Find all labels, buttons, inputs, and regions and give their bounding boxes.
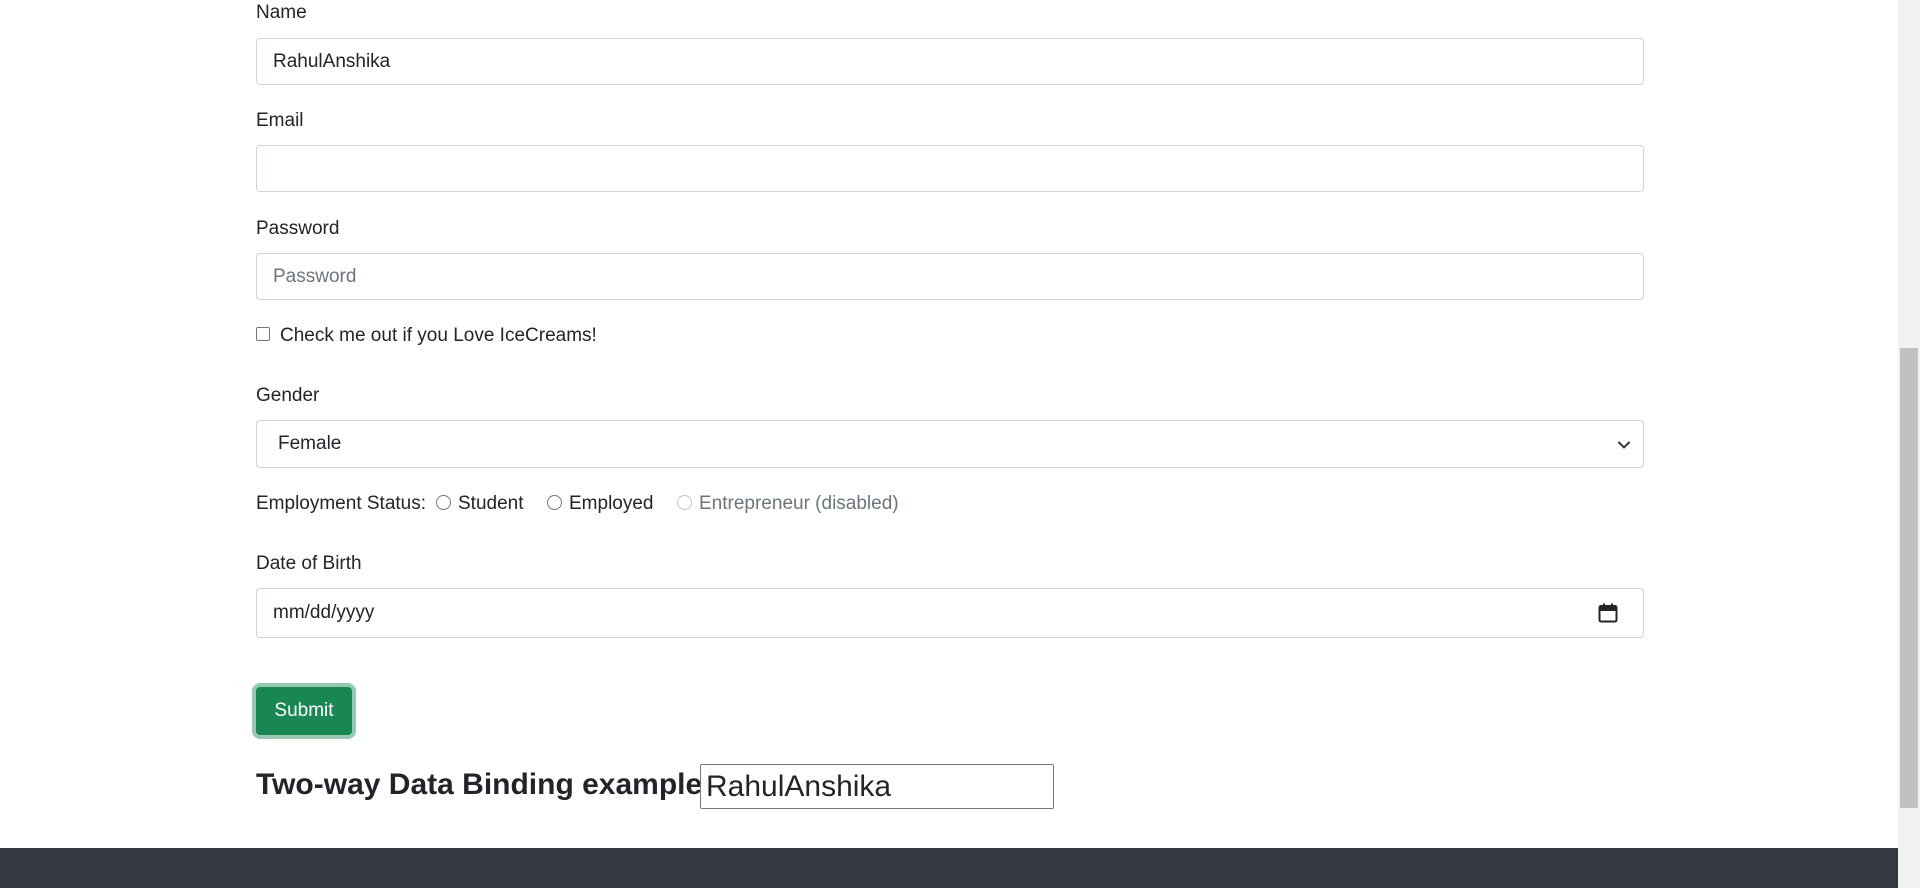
entrepreneur-radio-label: Entrepreneur (disabled) — [699, 493, 899, 514]
two-way-binding-input[interactable] — [700, 764, 1054, 809]
icecream-checkbox-label: Check me out if you Love IceCreams! — [280, 325, 597, 346]
chevron-down-icon — [1618, 441, 1630, 449]
scrollbar-thumb[interactable] — [1900, 348, 1918, 808]
two-way-binding-heading: Two-way Data Binding example: — [256, 768, 713, 801]
name-label: Name — [256, 2, 307, 23]
dob-input[interactable]: mm/dd/yyyy — [256, 588, 1644, 638]
dob-placeholder: mm/dd/yyyy — [273, 602, 375, 623]
dob-label: Date of Birth — [256, 553, 362, 574]
gender-label: Gender — [256, 385, 320, 406]
student-radio-label: Student — [458, 493, 524, 514]
gender-selected-value: Female — [278, 433, 342, 454]
email-label: Email — [256, 110, 304, 131]
email-input[interactable] — [256, 145, 1644, 192]
password-input[interactable] — [256, 253, 1644, 300]
submit-button[interactable]: Submit — [256, 687, 352, 735]
gender-select[interactable]: Female — [256, 420, 1644, 468]
employed-radio[interactable] — [547, 495, 562, 510]
calendar-icon[interactable] — [1597, 602, 1619, 624]
footer — [0, 848, 1898, 888]
student-radio[interactable] — [436, 495, 451, 510]
employed-radio-label: Employed — [569, 493, 654, 514]
icecream-checkbox[interactable] — [256, 327, 270, 341]
entrepreneur-radio — [677, 495, 692, 510]
employment-status-label: Employment Status: — [256, 493, 427, 514]
password-label: Password — [256, 218, 340, 239]
name-input[interactable] — [256, 38, 1644, 85]
